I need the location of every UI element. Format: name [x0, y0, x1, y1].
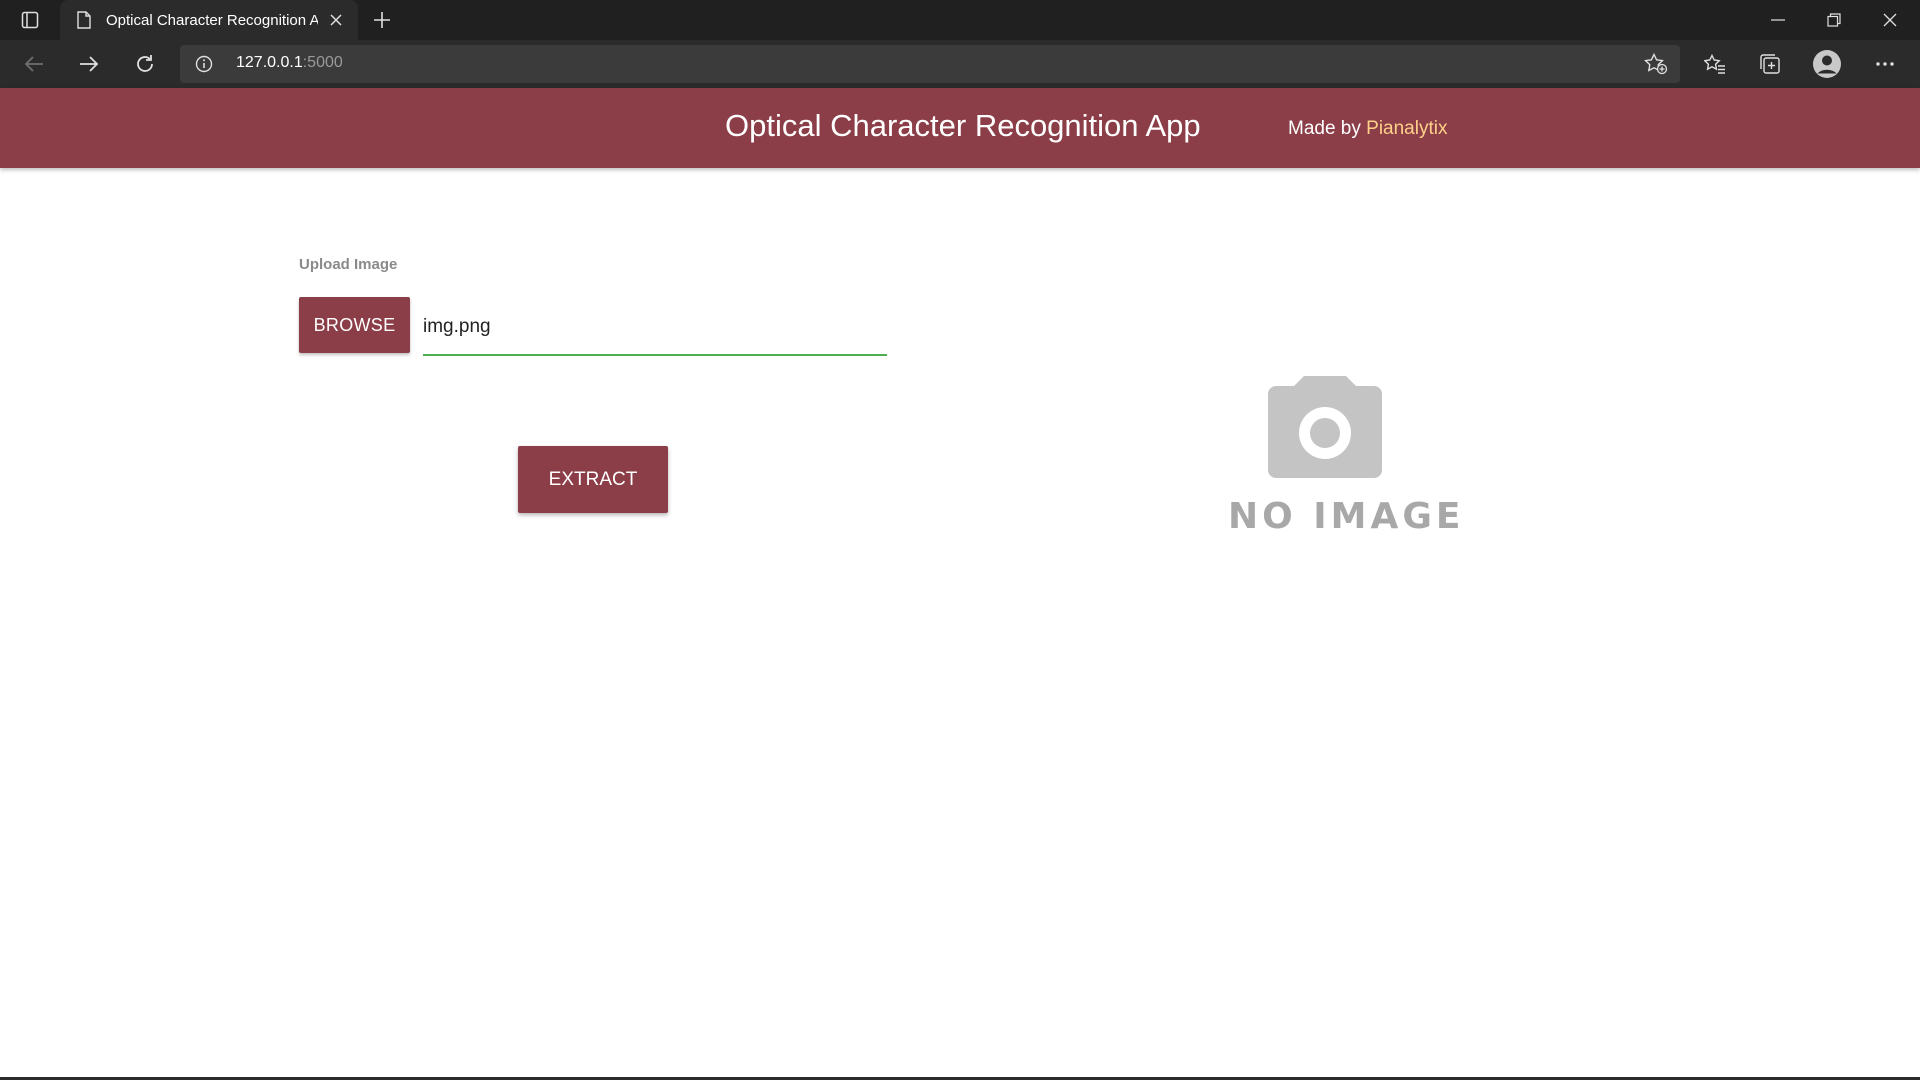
more-menu-icon[interactable]	[1868, 48, 1902, 80]
add-favorite-icon[interactable]	[1642, 51, 1670, 77]
new-tab-icon[interactable]	[368, 6, 396, 34]
image-preview: NO IMAGE	[1220, 370, 1461, 540]
app-title: Optical Character Recognition App	[725, 108, 1201, 143]
browser-toolbar: 127.0.0.1:5000	[0, 40, 1920, 88]
camera-icon	[1268, 376, 1382, 478]
minimize-icon[interactable]	[1750, 0, 1806, 40]
avatar[interactable]	[1810, 48, 1844, 80]
file-path-input[interactable]: img.png	[423, 312, 887, 356]
file-path-value: img.png	[423, 316, 491, 337]
tab-title: Optical Character Recognition Ap	[106, 11, 318, 29]
brand-link[interactable]: Pianalytix	[1366, 118, 1447, 139]
collections-icon[interactable]	[1753, 48, 1787, 80]
made-by-prefix: Made by	[1288, 118, 1367, 139]
no-image-text: NO IMAGE	[1228, 496, 1465, 537]
tab-actions-icon[interactable]	[14, 8, 46, 32]
extract-button[interactable]: EXTRACT	[518, 446, 668, 513]
document-icon	[74, 10, 94, 30]
back-icon[interactable]	[17, 48, 51, 80]
refresh-icon[interactable]	[128, 48, 162, 80]
browse-button[interactable]: BROWSE	[299, 297, 410, 353]
upload-label: Upload Image	[299, 256, 398, 273]
url-port: :5000	[302, 54, 343, 71]
close-tab-icon[interactable]	[326, 10, 346, 30]
browser-tab[interactable]: Optical Character Recognition Ap	[60, 0, 358, 40]
app-header: Optical Character Recognition App Made b…	[0, 88, 1920, 168]
browser-titlebar: Optical Character Recognition Ap	[0, 0, 1920, 40]
address-bar[interactable]: 127.0.0.1:5000	[180, 45, 1680, 83]
info-icon[interactable]	[194, 54, 214, 74]
made-by-text: Made by Pianalytix	[1288, 118, 1447, 140]
url-text: 127.0.0.1:5000	[236, 54, 343, 72]
restore-icon[interactable]	[1806, 0, 1862, 40]
forward-icon[interactable]	[72, 48, 106, 80]
favorites-icon[interactable]	[1698, 48, 1732, 80]
close-window-icon[interactable]	[1862, 0, 1918, 40]
url-host: 127.0.0.1	[236, 54, 303, 71]
